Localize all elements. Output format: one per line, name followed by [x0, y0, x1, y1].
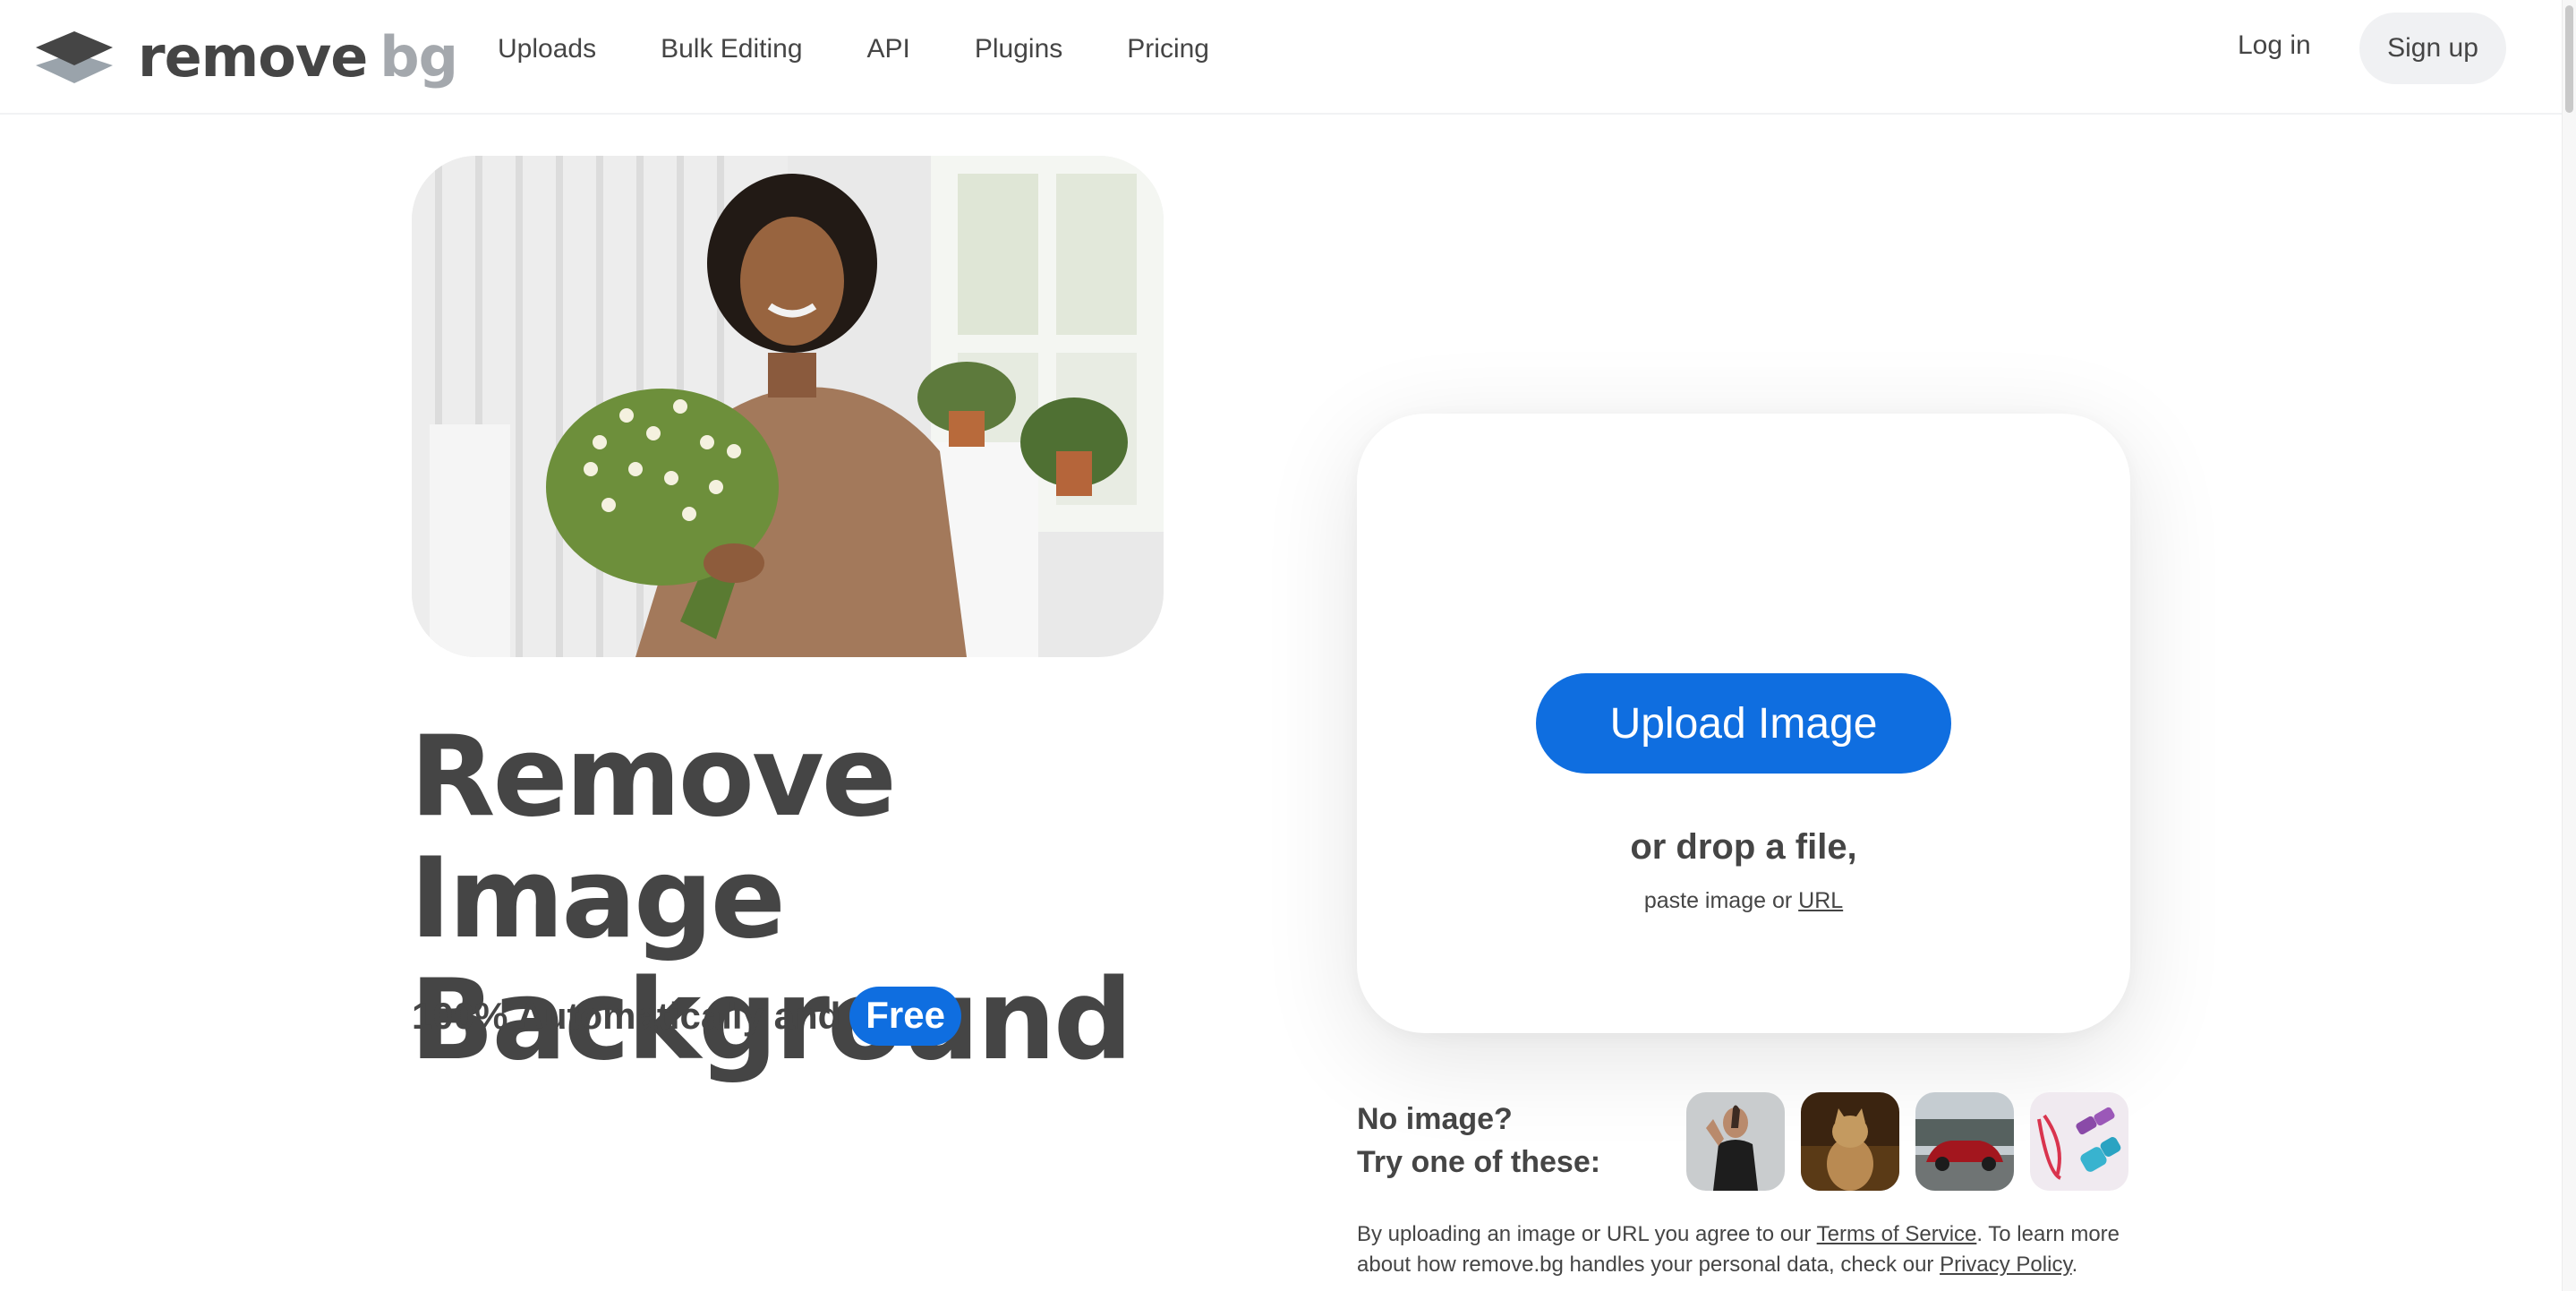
sample-image-woman[interactable] [1686, 1092, 1785, 1191]
url-link[interactable]: URL [1798, 888, 1843, 913]
subtitle-text: 100% Automatically and [412, 995, 841, 1037]
samples-label: No image? Try one of these: [1357, 1098, 1600, 1184]
site-logo[interactable]: remove bg [34, 20, 458, 95]
sample-image-cat[interactable] [1801, 1092, 1899, 1191]
main-nav: Uploads Bulk Editing API Plugins Pricing [498, 0, 1274, 98]
site-header: remove bg Uploads Bulk Editing API Plugin… [0, 0, 2562, 115]
page-scrollbar[interactable] [2562, 0, 2576, 1291]
sample-images [1686, 1092, 2145, 1191]
login-link[interactable]: Log in [2238, 30, 2311, 61]
logo-wordmark: remove bg [138, 30, 458, 85]
nav-api[interactable]: API [867, 34, 910, 64]
title-line-1: Remove Image [410, 713, 897, 963]
paste-hint-text: paste image or [1643, 888, 1793, 913]
logo-word-remove: remove [138, 24, 368, 90]
upload-image-button[interactable]: Upload Image [1536, 673, 1951, 774]
legal-text-3: . [2071, 1253, 2078, 1277]
paste-hint: paste image or URL [1357, 888, 2130, 914]
drop-file-text: or drop a file, [1630, 827, 1857, 867]
hero-subtitle: 100% Automatically and Free [412, 985, 961, 1047]
nav-plugins[interactable]: Plugins [975, 34, 1062, 64]
hero-image [412, 156, 1164, 657]
layers-logo-icon [36, 31, 113, 83]
privacy-policy-link[interactable]: Privacy Policy [1940, 1253, 2072, 1277]
legal-notice: By uploading an image or URL you agree t… [1357, 1219, 2162, 1280]
nav-uploads[interactable]: Uploads [498, 34, 596, 64]
logo-word-bg: bg [380, 24, 458, 90]
sample-image-fitness[interactable] [2030, 1092, 2128, 1191]
legal-text-1: By uploading an image or URL you agree t… [1357, 1222, 1812, 1246]
nav-pricing[interactable]: Pricing [1127, 34, 1209, 64]
samples-label-line-1: No image? [1357, 1102, 1513, 1136]
samples-label-line-2: Try one of these: [1357, 1145, 1601, 1179]
signup-button[interactable]: Sign up [2359, 13, 2506, 84]
sample-image-car[interactable] [1915, 1092, 2014, 1191]
scrollbar-thumb[interactable] [2565, 5, 2573, 113]
terms-of-service-link[interactable]: Terms of Service [1817, 1222, 1977, 1246]
free-badge: Free [849, 987, 961, 1046]
upload-dropzone[interactable]: Upload Image or drop a file, paste image… [1357, 414, 2130, 1033]
nav-bulk-editing[interactable]: Bulk Editing [661, 34, 802, 64]
